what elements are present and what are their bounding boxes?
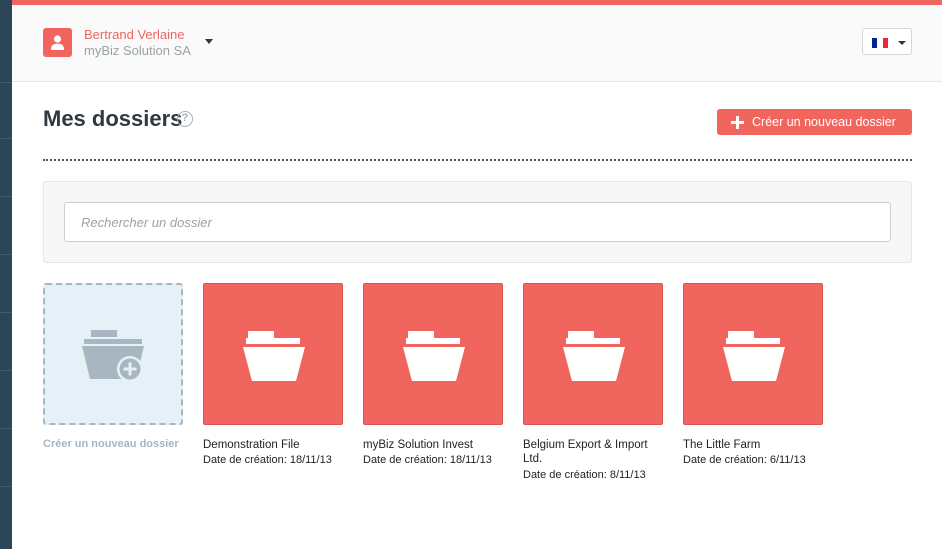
left-sidebar [0, 0, 12, 549]
avatar[interactable] [43, 28, 72, 57]
folder-name[interactable]: Demonstration File [203, 438, 353, 452]
folder-icon [723, 331, 785, 381]
folder-tile[interactable] [203, 283, 343, 425]
plus-icon [731, 115, 744, 129]
folder-name[interactable]: The Little Farm [683, 438, 833, 452]
language-selector[interactable] [862, 28, 912, 55]
folder-date: Date de création: 8/11/13 [523, 469, 646, 481]
sidebar-divider [0, 312, 12, 313]
chevron-down-icon[interactable] [205, 39, 213, 44]
folder-date: Date de création: 18/11/13 [203, 454, 332, 466]
company-name[interactable]: myBiz Solution SA [84, 43, 191, 58]
sidebar-divider [0, 428, 12, 429]
user-name[interactable]: Bertrand Verlaine [84, 27, 184, 42]
section-divider [43, 159, 912, 161]
app-header: Bertrand Verlaine myBiz Solution SA [12, 5, 942, 82]
folder-name[interactable]: Belgium Export & Import Ltd. [523, 438, 668, 466]
sidebar-divider [0, 370, 12, 371]
add-folder-icon [82, 330, 144, 382]
flag-stripe-red [882, 38, 888, 48]
sidebar-divider [0, 486, 12, 487]
folder-tile[interactable] [363, 283, 503, 425]
user-icon [51, 35, 64, 50]
help-icon[interactable]: ? [177, 111, 193, 127]
folder-date: Date de création: 6/11/13 [683, 454, 806, 466]
create-folder-button-label: Créer un nouveau dossier [752, 115, 896, 129]
france-flag-icon [872, 38, 888, 48]
folder-tile[interactable] [523, 283, 663, 425]
search-input[interactable] [64, 202, 891, 242]
search-panel [43, 181, 912, 263]
new-folder-label[interactable]: Créer un nouveau dossier [43, 438, 179, 450]
folder-date: Date de création: 18/11/13 [363, 454, 492, 466]
sidebar-divider [0, 254, 12, 255]
sidebar-divider [0, 82, 12, 83]
folder-icon [563, 331, 625, 381]
folder-name[interactable]: myBiz Solution Invest [363, 438, 513, 452]
chevron-down-icon [898, 41, 906, 45]
folder-icon [403, 331, 465, 381]
page-title: Mes dossiers [43, 106, 183, 131]
folder-icon [243, 331, 305, 381]
sidebar-divider [0, 196, 12, 197]
folder-tile[interactable] [683, 283, 823, 425]
create-folder-button[interactable]: Créer un nouveau dossier [717, 109, 912, 135]
sidebar-divider [0, 138, 12, 139]
new-folder-tile[interactable] [43, 283, 183, 425]
